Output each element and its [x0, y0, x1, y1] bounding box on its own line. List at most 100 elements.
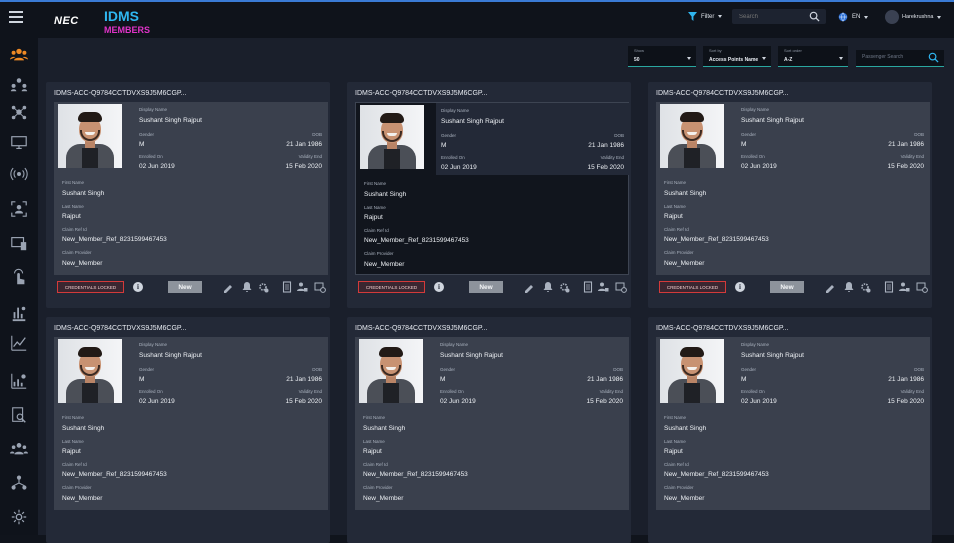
monitor-icon [11, 136, 27, 149]
last-name-value: Rajput [363, 448, 382, 455]
passenger-search-box[interactable] [856, 50, 944, 67]
credentials-locked-badge[interactable]: CREDENTIALS LOCKED [659, 281, 726, 293]
gear-alert-button[interactable] [859, 281, 871, 293]
new-button[interactable]: New [770, 281, 804, 293]
document-button[interactable] [883, 281, 895, 293]
sidebar-item-group[interactable] [9, 76, 29, 94]
edit-icon [224, 285, 232, 293]
sort-by-select[interactable]: Sort by Access Points Name [703, 46, 771, 67]
member-card[interactable]: IDMS-ACC-Q9784CCTDVXS9J5M6CGP... Display … [46, 317, 330, 543]
card-actions: CREDENTIALS LOCKED i New [355, 280, 629, 296]
display-name-value: Sushant Singh Rajput [741, 352, 804, 359]
credentials-locked-badge[interactable]: CREDENTIALS LOCKED [57, 281, 124, 293]
user-lock-button[interactable] [597, 281, 609, 293]
bar-chart-icon [11, 373, 27, 389]
history-button[interactable] [916, 281, 928, 293]
claim-provider-label: Claim Provider [363, 485, 393, 490]
member-card[interactable]: IDMS-ACC-Q9784CCTDVXS9J5M6CGP... Display … [347, 82, 631, 308]
user-lock-icon [297, 282, 308, 292]
card-actions: CREDENTIALS LOCKED i New [54, 280, 328, 296]
sidebar-item-report[interactable] [9, 304, 29, 322]
sidebar-item-touch[interactable] [9, 268, 29, 286]
claim-provider-label: Claim Provider [664, 250, 694, 255]
sidebar-item-search-doc[interactable] [9, 406, 29, 424]
last-name-label: Last Name [664, 439, 686, 444]
sidebar-item-bar-chart[interactable] [9, 372, 29, 390]
history-button[interactable] [314, 281, 326, 293]
menu-icon[interactable] [9, 11, 23, 23]
member-card[interactable]: IDMS-ACC-Q9784CCTDVXS9J5M6CGP... Display … [46, 82, 330, 308]
chevron-down-icon [687, 57, 691, 60]
sidebar-item-settings-network[interactable] [9, 508, 29, 526]
info-icon[interactable]: i [434, 282, 444, 292]
sidebar-item-network[interactable] [9, 104, 29, 122]
new-button[interactable]: New [469, 281, 503, 293]
member-card[interactable]: IDMS-ACC-Q9784CCTDVXS9J5M6CGP... Display … [648, 317, 932, 543]
document-button[interactable] [582, 281, 594, 293]
last-name-value: Rajput [62, 448, 81, 455]
sidebar-item-scan[interactable] [9, 200, 29, 218]
sidebar-item-hierarchy[interactable] [9, 474, 29, 492]
validity-end-label: Validity End [900, 389, 924, 394]
sidebar-item-device[interactable] [9, 234, 29, 252]
edit-button[interactable] [824, 281, 836, 293]
search-icon[interactable] [809, 11, 820, 22]
credentials-locked-badge[interactable]: CREDENTIALS LOCKED [358, 281, 425, 293]
sidebar-item-access-point[interactable] [9, 165, 29, 183]
first-name-label: First Name [364, 181, 387, 186]
validity-end-value: 15 Feb 2020 [586, 398, 623, 405]
bell-icon [543, 282, 553, 292]
edit-button[interactable] [523, 281, 535, 293]
access-point-icon [10, 167, 28, 181]
member-summary: Display Name Sushant Singh Rajput Gender M D… [436, 103, 630, 175]
show-select[interactable]: Show 50 [628, 46, 696, 67]
claim-ref-label: Claim Ref Id [664, 462, 689, 467]
last-name-label: Last Name [62, 439, 84, 444]
bell-button[interactable] [542, 281, 554, 293]
last-name-value: Rajput [364, 214, 383, 221]
claim-ref-label: Claim Ref Id [363, 462, 388, 467]
sidebar-item-team[interactable] [9, 440, 29, 458]
claim-provider-label: Claim Provider [664, 485, 694, 490]
bell-button[interactable] [843, 281, 855, 293]
search-icon[interactable] [928, 52, 939, 63]
edit-button[interactable] [222, 281, 234, 293]
search-box[interactable] [732, 9, 826, 24]
display-name-label: Display Name [741, 342, 770, 347]
sidebar [0, 38, 38, 535]
user-lock-button[interactable] [296, 281, 308, 293]
new-button[interactable]: New [168, 281, 202, 293]
sort-order-select[interactable]: Sort order A-Z [778, 46, 848, 67]
language-selector[interactable]: EN [838, 12, 869, 22]
history-button[interactable] [615, 281, 627, 293]
user-name: Harekrushna [902, 14, 934, 20]
validity-end-value: 15 Feb 2020 [887, 398, 924, 405]
dob-value: 21 Jan 1986 [286, 376, 322, 383]
bell-icon [844, 282, 854, 292]
info-icon[interactable]: i [735, 282, 745, 292]
gear-alert-button[interactable] [257, 281, 269, 293]
user-menu[interactable]: Harekrushna [885, 10, 941, 24]
gender-label: Gender [741, 132, 757, 137]
passenger-search-input[interactable] [862, 54, 926, 60]
filter-button[interactable]: Filter [688, 12, 723, 21]
member-photo [360, 105, 424, 169]
enrolled-on-value: 02 Jun 2019 [441, 164, 477, 171]
search-input[interactable] [739, 13, 809, 20]
user-lock-button[interactable] [898, 281, 910, 293]
last-name-label: Last Name [62, 204, 84, 209]
gender-value: M [440, 376, 446, 383]
sidebar-item-members[interactable] [9, 46, 29, 64]
dob-label: DOB [312, 132, 322, 137]
gear-alert-button[interactable] [558, 281, 570, 293]
sidebar-item-line-chart[interactable] [9, 334, 29, 352]
member-card[interactable]: IDMS-ACC-Q9784CCTDVXS9J5M6CGP... Display … [648, 82, 932, 308]
member-id: IDMS-ACC-Q9784CCTDVXS9J5M6CGP... [355, 325, 488, 332]
sidebar-item-monitor[interactable] [9, 134, 29, 152]
member-card[interactable]: IDMS-ACC-Q9784CCTDVXS9J5M6CGP... Display … [347, 317, 631, 543]
document-button[interactable] [281, 281, 293, 293]
dob-label: DOB [914, 367, 924, 372]
bell-button[interactable] [241, 281, 253, 293]
info-icon[interactable]: i [133, 282, 143, 292]
member-info: Display Name Sushant Singh Rajput Gender M D… [54, 337, 328, 510]
